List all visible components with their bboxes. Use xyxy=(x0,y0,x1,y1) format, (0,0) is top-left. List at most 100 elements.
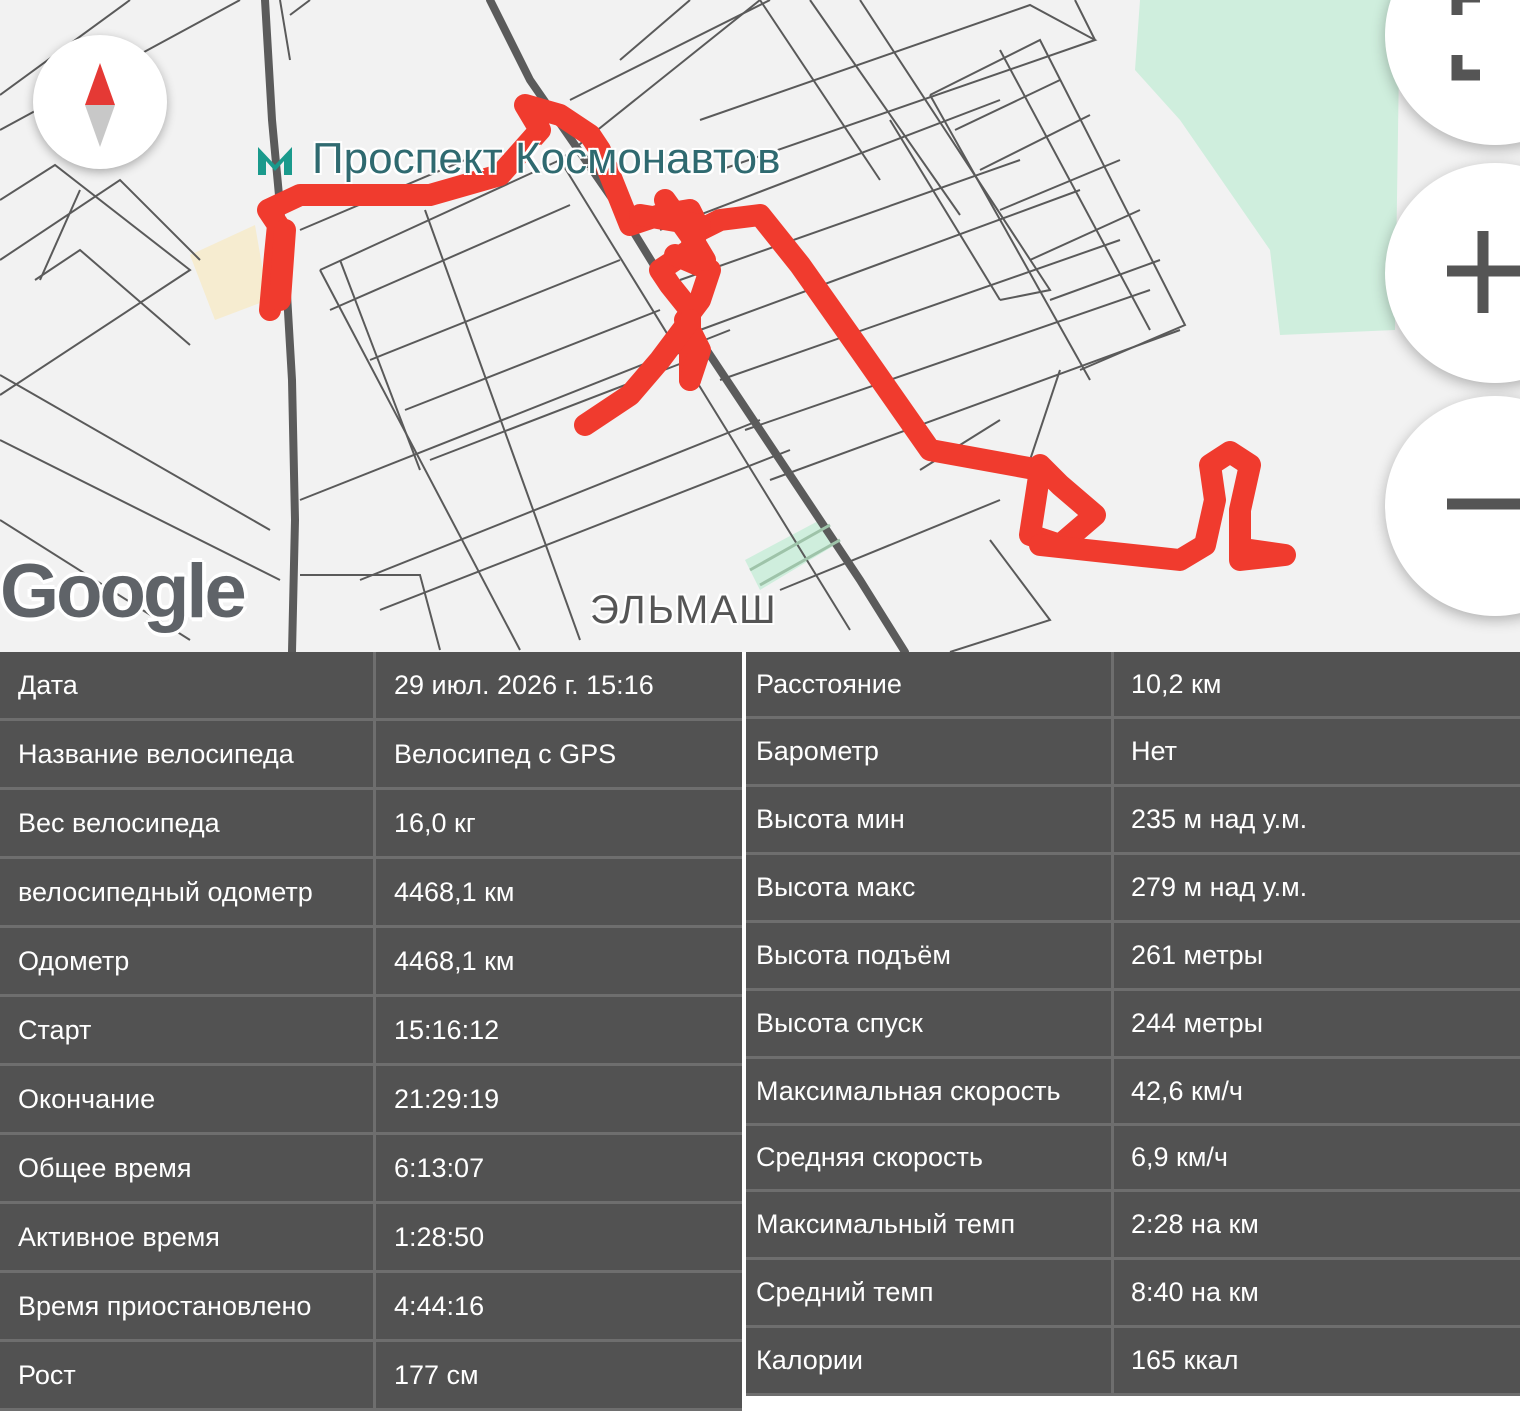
stat-label: Общее время xyxy=(18,1152,192,1183)
stat-value: Нет xyxy=(1131,736,1177,766)
stats-table-right: Расстояние 10,2 км Барометр Нет Высота мин 23… xyxy=(746,652,1520,1396)
stats-row: Высота мин 235 м над у.м. xyxy=(746,787,1520,855)
compass-icon xyxy=(85,63,115,147)
stat-value: 15:16:12 xyxy=(394,1014,500,1045)
stats-row: Высота спуск 244 метры xyxy=(746,991,1520,1059)
stats-table-left: Дата 29 июл. 2026 г. 15:16 Название велоси… xyxy=(0,652,742,1411)
stat-label: Калории xyxy=(756,1345,863,1375)
stat-value: 1:28:50 xyxy=(394,1221,485,1252)
stat-label: Рост xyxy=(18,1359,76,1390)
stat-value: 10,2 км xyxy=(1131,668,1222,699)
stat-value: Велосипед с GPS xyxy=(394,738,617,769)
stat-value: 261 метры xyxy=(1131,940,1264,970)
stats-row: велосипедный одометр 4468,1 км xyxy=(0,859,742,928)
fullscreen-button[interactable] xyxy=(1385,0,1520,145)
zoom-out-icon xyxy=(1447,498,1520,510)
stat-label: Высота макс xyxy=(756,872,916,902)
column-divider xyxy=(1111,652,1114,716)
stat-label: Вес велосипеда xyxy=(18,807,220,838)
stats-row: Средний темп 8:40 на км xyxy=(746,1260,1520,1328)
stats-row: Старт 15:16:12 xyxy=(0,997,742,1066)
fullscreen-icon xyxy=(1451,0,1480,81)
column-divider xyxy=(1111,1059,1114,1123)
stat-label: Максимальная скорость xyxy=(756,1075,1061,1106)
stats-row: Название велосипеда Велосипед с GPS xyxy=(0,721,742,790)
stat-label: Время приостановлено xyxy=(18,1290,312,1321)
column-divider xyxy=(1111,1192,1114,1257)
stat-value: 42,6 км/ч xyxy=(1131,1075,1243,1106)
stat-label: велосипедный одометр xyxy=(18,876,313,907)
stat-label: Средний темп xyxy=(756,1277,934,1307)
zoom-out-button[interactable] xyxy=(1385,396,1520,616)
zoom-in-button[interactable] xyxy=(1385,163,1520,383)
stats-row: Рост 177 см xyxy=(0,1342,742,1411)
stat-value: 165 ккал xyxy=(1131,1345,1239,1375)
stat-value: 6:13:07 xyxy=(394,1152,485,1183)
column-divider xyxy=(1111,719,1114,784)
stat-label: Максимальный темп xyxy=(756,1209,1016,1239)
stat-value: 177 см xyxy=(394,1359,479,1390)
stat-value: 279 м над у.м. xyxy=(1131,872,1308,902)
stats-row: Время приостановлено 4:44:16 xyxy=(0,1273,742,1342)
stat-label: Название велосипеда xyxy=(18,738,294,769)
stats-row: Средняя скорость 6,9 км/ч xyxy=(746,1126,1520,1192)
stats-row: Барометр Нет xyxy=(746,719,1520,787)
column-divider xyxy=(373,1273,376,1339)
stat-label: Дата xyxy=(18,669,78,700)
metro-station-label[interactable]: Проспект Космонавтов xyxy=(312,134,781,184)
stat-value: 4:44:16 xyxy=(394,1290,485,1321)
ride-stats: Дата 29 июл. 2026 г. 15:16 Название велоси… xyxy=(0,652,1520,1411)
column-divider xyxy=(1111,787,1114,852)
column-divider xyxy=(1111,1126,1114,1189)
stat-value: 21:29:19 xyxy=(394,1083,500,1114)
stat-label: Расстояние xyxy=(756,668,902,699)
column-divider xyxy=(1111,855,1114,920)
column-divider xyxy=(373,1135,376,1201)
stats-row: Одометр 4468,1 км xyxy=(0,928,742,997)
district-label: ЭЛЬМАШ xyxy=(590,588,778,632)
compass-button[interactable] xyxy=(33,35,167,169)
stat-label: Активное время xyxy=(18,1221,220,1252)
stat-label: Одометр xyxy=(18,945,130,976)
column-divider xyxy=(373,997,376,1063)
stat-value: 16,0 кг xyxy=(394,807,476,838)
stats-row: Активное время 1:28:50 xyxy=(0,1204,742,1273)
column-divider xyxy=(373,1204,376,1270)
column-divider xyxy=(1111,1328,1114,1393)
stats-row: Максимальная скорость 42,6 км/ч xyxy=(746,1059,1520,1126)
stat-label: Средняя скорость xyxy=(756,1142,983,1172)
column-divider xyxy=(373,1342,376,1408)
column-divider xyxy=(373,928,376,994)
stat-label: Окончание xyxy=(18,1083,156,1114)
stats-row: Высота подъём 261 метры xyxy=(746,923,1520,991)
stat-value: 8:40 на км xyxy=(1131,1277,1259,1307)
stat-value: 2:28 на км xyxy=(1131,1209,1259,1239)
google-attribution: Google xyxy=(0,549,247,634)
column-divider xyxy=(1111,991,1114,1056)
stats-row: Расстояние 10,2 км xyxy=(746,652,1520,719)
stat-label: Старт xyxy=(18,1014,92,1045)
stat-value: 6,9 км/ч xyxy=(1131,1142,1228,1172)
stat-label: Барометр xyxy=(756,736,879,766)
column-divider xyxy=(373,652,376,718)
stats-row: Калории 165 ккал xyxy=(746,1328,1520,1396)
stat-value: 29 июл. 2026 г. 15:16 xyxy=(394,669,654,700)
route-map[interactable]: Проспект Космонавтов ЭЛЬМАШ Google xyxy=(0,0,1520,652)
stat-value: 4468,1 км xyxy=(394,876,515,907)
stat-label: Высота подъём xyxy=(756,940,951,970)
stat-value: 4468,1 км xyxy=(394,945,515,976)
column-divider xyxy=(1111,923,1114,988)
column-divider xyxy=(373,721,376,787)
stat-label: Высота мин xyxy=(756,804,905,834)
stats-row: Вес велосипеда 16,0 кг xyxy=(0,790,742,859)
zoom-in-icon xyxy=(1447,231,1520,313)
stats-row: Максимальный темп 2:28 на км xyxy=(746,1192,1520,1260)
stats-row: Общее время 6:13:07 xyxy=(0,1135,742,1204)
stats-row: Высота макс 279 м над у.м. xyxy=(746,855,1520,923)
stat-value: 244 метры xyxy=(1131,1008,1264,1038)
stat-value: 235 м над у.м. xyxy=(1131,804,1308,834)
stats-row: Дата 29 июл. 2026 г. 15:16 xyxy=(0,652,742,721)
column-divider xyxy=(373,859,376,925)
column-divider xyxy=(1111,1260,1114,1325)
stat-label: Высота спуск xyxy=(756,1008,923,1038)
